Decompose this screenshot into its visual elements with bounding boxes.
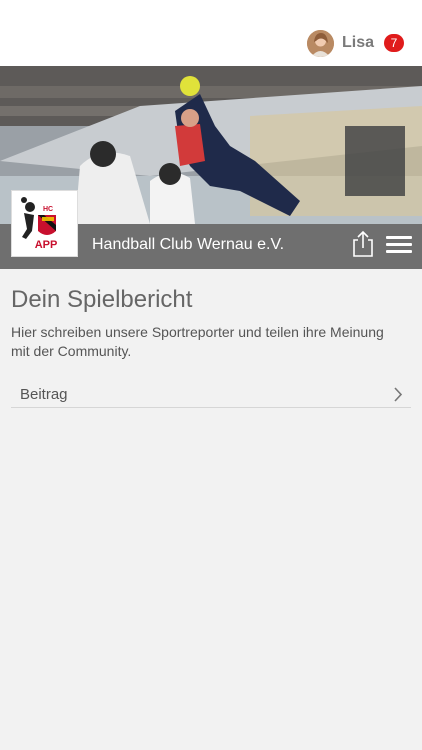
hamburger-menu-icon <box>386 236 412 239</box>
top-bar: Lisa 7 <box>0 0 422 66</box>
share-button[interactable] <box>351 230 375 258</box>
page-description: Hier schreiben unsere Sportreporter und … <box>11 324 384 359</box>
share-icon <box>353 230 373 257</box>
club-name: Handball Club Wernau e.V. <box>92 236 285 253</box>
logo-text: APP <box>35 239 58 251</box>
menu-button[interactable] <box>386 236 412 256</box>
list-item-beitrag[interactable]: Beitrag <box>11 381 411 408</box>
user-name[interactable]: Lisa <box>342 34 374 52</box>
page-title: Dein Spielbericht <box>11 286 193 313</box>
club-logo: HC APP <box>11 190 78 257</box>
hamburger-menu-icon <box>386 250 412 253</box>
logo-initials: HC <box>43 206 53 213</box>
avatar[interactable] <box>306 29 334 57</box>
list-item-label: Beitrag <box>20 386 68 403</box>
hamburger-menu-icon <box>386 243 412 246</box>
chevron-right-icon <box>394 387 403 402</box>
notification-badge[interactable]: 7 <box>384 34 404 52</box>
user-profile[interactable]: Lisa 7 <box>306 29 404 57</box>
